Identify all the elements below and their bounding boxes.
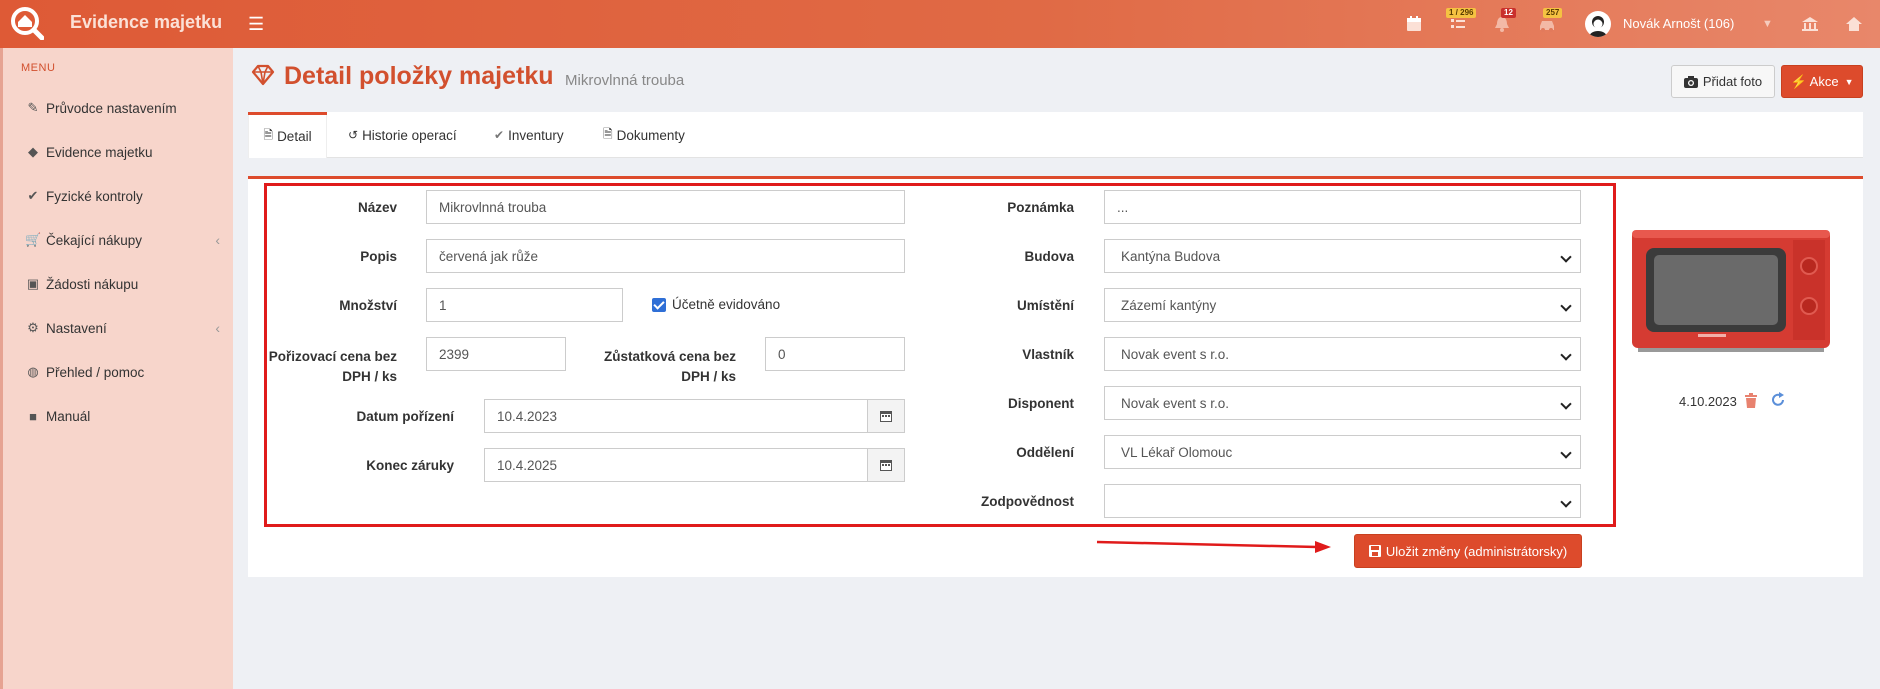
page-title: Detail položky majetku: [284, 62, 554, 90]
caret-down-icon: ▼: [1844, 76, 1854, 87]
avatar[interactable]: [1585, 11, 1611, 37]
chevron-left-icon: ‹: [215, 320, 220, 336]
pencil-icon: ✎: [27, 100, 39, 115]
tab-dokumenty[interactable]: 🗎 Dokumenty: [603, 112, 685, 158]
sidebar-item-label: Průvodce nastavením: [46, 100, 177, 116]
tasks-badge: 1 / 296: [1446, 8, 1477, 18]
menu-toggle-icon[interactable]: ☰: [248, 14, 264, 35]
tab-label: Inventury: [508, 127, 564, 143]
chevron-left-icon: ‹: [215, 232, 220, 248]
sidebar-item-prehled[interactable]: ◍ Přehled / pomoc: [25, 360, 220, 384]
sidebar-item-nastaveni[interactable]: ⚙ Nastavení ‹: [25, 316, 220, 340]
bolt-icon: ⚡: [1790, 73, 1807, 89]
floppy-icon: [1368, 545, 1381, 557]
book-icon: ■: [29, 408, 37, 424]
cars-badge: 257: [1543, 8, 1563, 18]
save-admin-button[interactable]: Uložit změny (administrátorsky): [1354, 534, 1582, 568]
sidebar-item-label: Čekající nákupy: [46, 232, 143, 248]
home-search-logo-icon[interactable]: [10, 6, 44, 40]
sidebar-item-label: Nastavení: [46, 320, 107, 336]
top-bar: Evidence majetku ☰ 1 / 296 12 257 Novák …: [0, 0, 1880, 48]
edit-square-icon: ▣: [26, 276, 40, 291]
home-icon[interactable]: [1844, 14, 1864, 34]
bank-icon[interactable]: [1800, 14, 1820, 34]
diamond-icon: [251, 64, 275, 86]
sidebar-item-manual[interactable]: ■ Manuál: [25, 404, 220, 428]
page-subtitle: Mikrovlnná trouba: [565, 72, 685, 89]
check-circle-icon: ✔: [494, 128, 505, 142]
check-circle-icon: ✔: [27, 188, 39, 203]
microwave-photo[interactable]: [1628, 222, 1834, 360]
annotation-arrow: [1096, 540, 1331, 553]
tab-historie[interactable]: ↺ Historie operací: [348, 112, 457, 158]
add-photo-button[interactable]: Přidat foto: [1671, 65, 1775, 98]
save-admin-label: Uložit změny (administrátorsky): [1385, 543, 1568, 559]
calendar-icon[interactable]: [1404, 14, 1424, 34]
tab-detail[interactable]: 🗎 Detail: [248, 112, 327, 158]
sidebar-item-label: Evidence majetku: [46, 144, 153, 160]
sidebar-item-evidence[interactable]: ◆ Evidence majetku: [25, 140, 220, 164]
sidebar-item-zadosti[interactable]: ▣ Žádosti nákupu: [25, 272, 220, 296]
actions-label: Akce: [1809, 74, 1839, 89]
sidebar-item-kontroly[interactable]: ✔ Fyzické kontroly: [25, 184, 220, 208]
highlight-box: [264, 183, 1616, 527]
gears-icon: ⚙: [27, 320, 39, 335]
actions-button[interactable]: ⚡ Akce ▼: [1781, 65, 1863, 98]
sidebar-item-label: Přehled / pomoc: [46, 364, 145, 380]
sidebar-item-cekajici-nakupy[interactable]: 🛒 Čekající nákupy ‹: [25, 228, 220, 252]
tab-label: Historie operací: [362, 127, 457, 143]
user-name[interactable]: Novák Arnošt (106): [1623, 16, 1734, 31]
sidebar-item-label: Fyzické kontroly: [46, 188, 143, 204]
chevron-down-icon[interactable]: ▼: [1762, 18, 1773, 30]
photo-date: 4.10.2023: [1679, 394, 1737, 409]
sidebar-item-pruvodce[interactable]: ✎ Průvodce nastavením: [25, 96, 220, 120]
document-icon: 🗎: [263, 128, 274, 142]
history-icon: ↺: [348, 128, 359, 142]
sidebar-header: MENU: [21, 62, 56, 74]
diamond-icon: ◆: [28, 144, 38, 159]
add-photo-label: Přidat foto: [1702, 74, 1763, 89]
file-icon: 🗎: [603, 126, 613, 141]
tab-bar: 🗎 Detail ↺ Historie operací ✔ Inventury 🗎 Do…: [248, 112, 1863, 158]
rotate-icon[interactable]: [1771, 392, 1786, 407]
camera-icon: [1683, 75, 1698, 88]
app-title: Evidence majetku: [70, 12, 223, 32]
cart-icon: 🛒: [25, 232, 42, 247]
notifications-badge: 12: [1501, 8, 1516, 18]
sidebar-item-label: Manuál: [46, 408, 91, 424]
trash-icon[interactable]: [1744, 393, 1758, 408]
tab-label: Dokumenty: [616, 127, 685, 143]
globe-icon: ◍: [27, 364, 39, 379]
sidebar: MENU ✎ Průvodce nastavením ◆ Evidence maje…: [0, 48, 233, 689]
tab-label: Detail: [277, 129, 312, 144]
sidebar-item-label: Žádosti nákupu: [46, 276, 139, 292]
tab-inventury[interactable]: ✔ Inventury: [494, 112, 564, 158]
